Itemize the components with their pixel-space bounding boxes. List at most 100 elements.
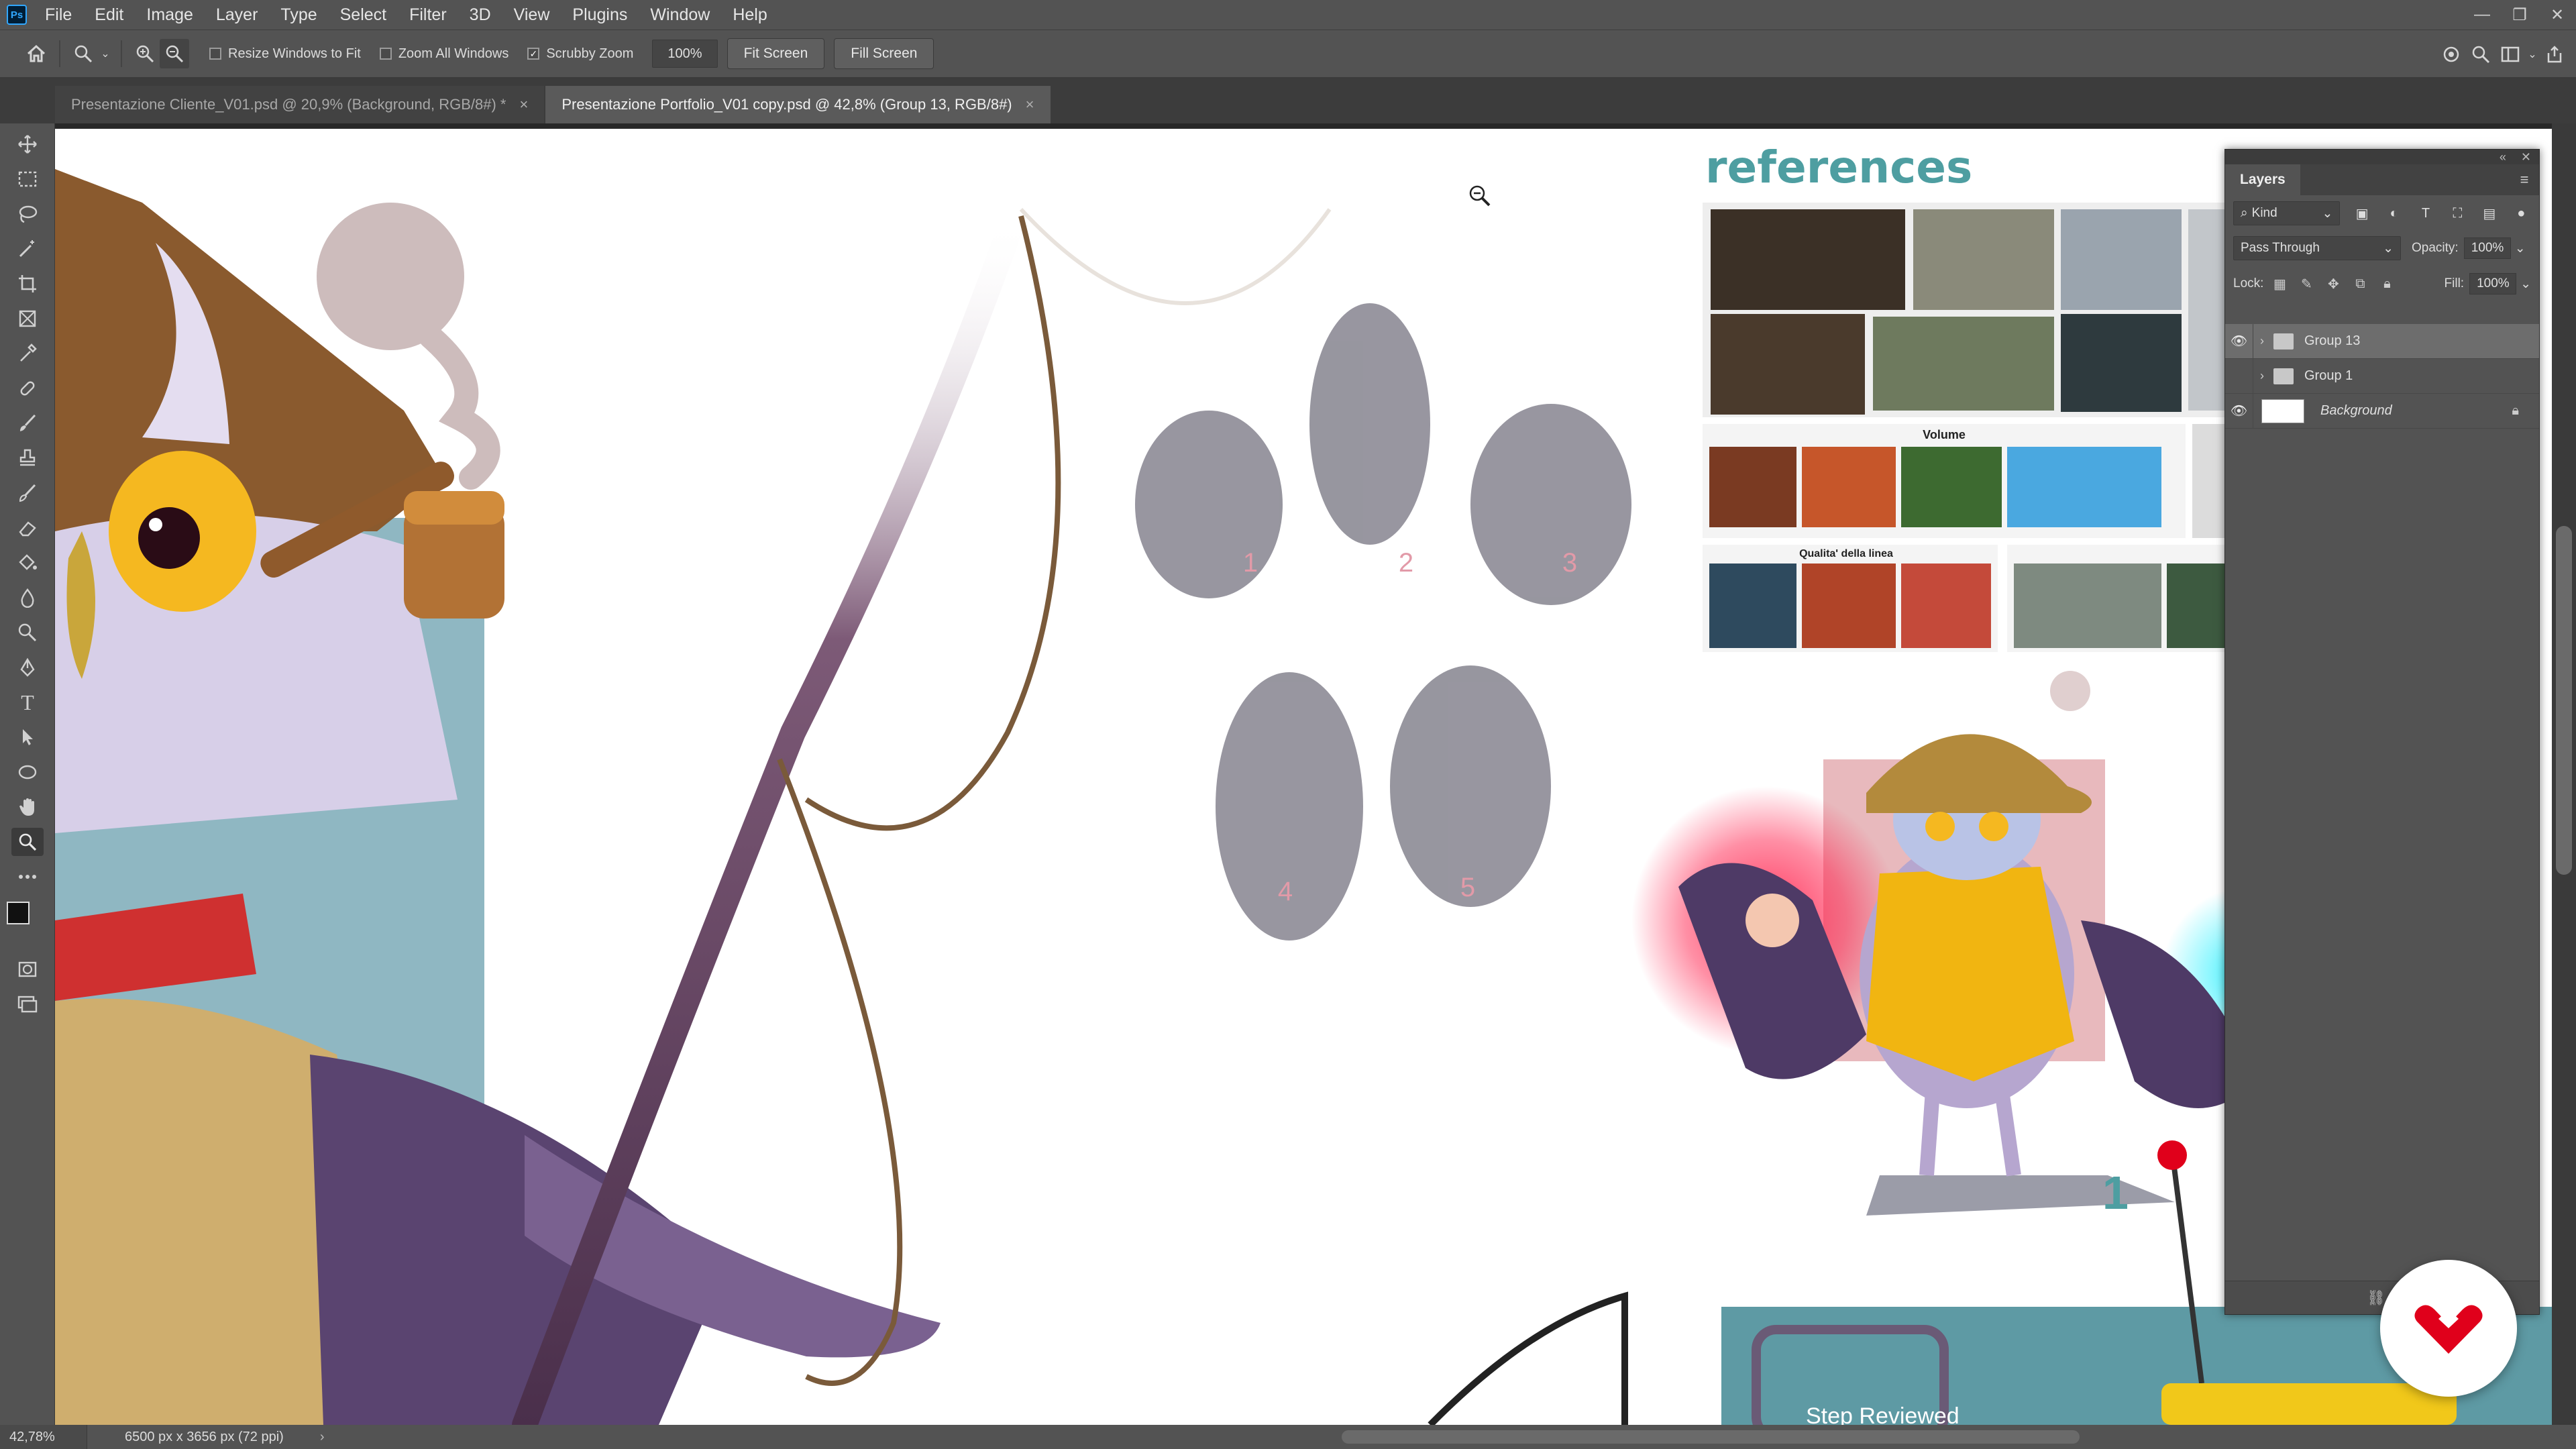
layer-row-background[interactable]: 👁︎ Background 🔒︎ [2225, 393, 2539, 429]
zoom-tool-icon[interactable] [11, 828, 44, 856]
opacity-field[interactable]: 100% [2463, 237, 2511, 259]
quick-mask-icon[interactable] [11, 955, 44, 983]
history-brush-tool-icon[interactable] [11, 479, 44, 507]
fill-field[interactable]: 100% [2469, 273, 2517, 294]
marquee-tool-icon[interactable] [11, 165, 44, 193]
layer-name[interactable]: Group 13 [2304, 333, 2360, 349]
eye-hidden-placeholder[interactable] [2225, 358, 2253, 394]
workspace-icon[interactable] [2496, 40, 2525, 69]
path-selection-tool-icon[interactable] [11, 723, 44, 751]
eye-icon[interactable]: 👁︎ [2225, 323, 2253, 359]
close-panel-icon[interactable]: ✕ [2521, 150, 2531, 164]
lock-all-icon[interactable]: 🔒︎ [2376, 273, 2398, 294]
resize-windows-checkbox[interactable]: Resize Windows to Fit [209, 46, 361, 62]
chevron-right-icon[interactable]: › [2253, 369, 2271, 383]
healing-brush-tool-icon[interactable] [11, 374, 44, 402]
restore-button[interactable]: ❐ [2501, 0, 2538, 30]
blend-mode-select[interactable]: Pass Through ⌄ [2233, 236, 2401, 260]
type-tool-icon[interactable]: T [11, 688, 44, 716]
vertical-scrollbar[interactable] [2552, 123, 2576, 1425]
photoshop-logo[interactable]: Ps [7, 5, 27, 25]
foreground-color-swatch[interactable] [7, 902, 30, 924]
chevron-down-icon[interactable]: ⌄ [2515, 241, 2526, 256]
frame-tool-icon[interactable] [11, 305, 44, 333]
filter-pixel-icon[interactable]: ▣ [2352, 203, 2371, 223]
tab-presentazione-cliente[interactable]: Presentazione Cliente_V01.psd @ 20,9% (B… [55, 86, 545, 123]
document-canvas-area[interactable]: 1 2 3 4 5 references Volume Qualita' del… [55, 123, 2552, 1425]
paint-bucket-tool-icon[interactable] [11, 549, 44, 577]
filter-shape-icon[interactable]: ⛶ [2448, 203, 2467, 223]
pen-tool-icon[interactable] [11, 653, 44, 682]
lock-position-icon[interactable]: ✥ [2322, 273, 2344, 294]
lock-transparent-icon[interactable]: ▦ [2269, 273, 2290, 294]
layer-row-group-1[interactable]: › Group 1 [2225, 358, 2539, 394]
home-icon[interactable] [21, 39, 51, 68]
lock-image-icon[interactable]: ✎ [2296, 273, 2317, 294]
menu-layer[interactable]: Layer [205, 0, 270, 30]
menu-image[interactable]: Image [135, 0, 204, 30]
chevron-right-icon[interactable]: › [2253, 334, 2271, 348]
lasso-tool-icon[interactable] [11, 200, 44, 228]
zoom-out-icon[interactable] [160, 39, 189, 68]
menu-plugins[interactable]: Plugins [561, 0, 639, 30]
hand-tool-icon[interactable] [11, 793, 44, 821]
filter-adjustment-icon[interactable]: ◐ [2384, 203, 2404, 223]
zoom-tool-preset-icon[interactable] [68, 39, 98, 68]
blur-tool-icon[interactable] [11, 584, 44, 612]
search-icon[interactable] [2466, 40, 2496, 69]
layer-name[interactable]: Group 1 [2304, 368, 2353, 384]
fill-screen-button[interactable]: Fill Screen [834, 38, 934, 69]
zoom-level-field[interactable]: 42,78% [0, 1425, 87, 1449]
menu-edit[interactable]: Edit [83, 0, 135, 30]
ellipse-tool-icon[interactable] [11, 758, 44, 786]
chevron-down-icon[interactable]: ⌄ [98, 39, 113, 68]
crop-tool-icon[interactable] [11, 270, 44, 298]
share-icon[interactable] [2540, 40, 2569, 69]
cloud-docs-icon[interactable] [2436, 40, 2466, 69]
menu-3d[interactable]: 3D [458, 0, 502, 30]
close-icon[interactable]: × [519, 96, 528, 113]
lock-icon[interactable]: 🔒︎ [2512, 403, 2519, 419]
clone-stamp-tool-icon[interactable] [11, 444, 44, 472]
menu-filter[interactable]: Filter [398, 0, 458, 30]
menu-help[interactable]: Help [721, 0, 778, 30]
magic-wand-tool-icon[interactable] [11, 235, 44, 263]
filter-type-icon[interactable]: T [2416, 203, 2435, 223]
chevron-right-icon[interactable]: › [320, 1430, 325, 1445]
close-window-button[interactable]: ✕ [2538, 0, 2576, 30]
close-icon[interactable]: × [1026, 96, 1034, 113]
menu-type[interactable]: Type [269, 0, 328, 30]
layer-row-group-13[interactable]: 👁︎ › Group 13 [2225, 323, 2539, 359]
zoom-all-windows-checkbox[interactable]: Zoom All Windows [379, 46, 508, 62]
filter-kind-select[interactable]: ⌕ Kind ⌄ [2233, 201, 2341, 225]
tab-presentazione-portfolio[interactable]: Presentazione Portfolio_V01 copy.psd @ 4… [545, 86, 1051, 123]
eyedropper-tool-icon[interactable] [11, 339, 44, 368]
document-size[interactable]: 6500 px x 3656 px (72 ppi) [87, 1430, 284, 1445]
menu-select[interactable]: Select [329, 0, 398, 30]
chevron-down-icon[interactable]: ⌄ [2525, 40, 2540, 69]
chevron-down-icon[interactable]: ⌄ [2520, 276, 2531, 292]
eraser-tool-icon[interactable] [11, 514, 44, 542]
dodge-tool-icon[interactable] [11, 619, 44, 647]
menu-file[interactable]: File [34, 0, 83, 30]
artboard[interactable]: 1 2 3 4 5 references Volume Qualita' del… [55, 129, 2552, 1425]
filter-toggle-icon[interactable]: ● [2512, 203, 2531, 223]
eye-icon[interactable]: 👁︎ [2225, 393, 2253, 429]
color-swatches[interactable] [7, 902, 47, 942]
filter-smart-object-icon[interactable]: ▤ [2479, 203, 2499, 223]
move-tool-icon[interactable] [11, 130, 44, 158]
more-tools-icon[interactable] [11, 863, 44, 891]
panel-collapse-handle[interactable] [0, 78, 55, 123]
collapse-panel-icon[interactable]: « [2500, 150, 2506, 164]
layer-name[interactable]: Background [2320, 403, 2392, 419]
panel-menu-icon[interactable]: ≡ [2510, 164, 2539, 195]
menu-window[interactable]: Window [639, 0, 721, 30]
zoom-value-field[interactable]: 100% [652, 40, 718, 68]
tab-layers[interactable]: Layers [2225, 164, 2300, 195]
menu-view[interactable]: View [502, 0, 561, 30]
minimize-button[interactable]: — [2463, 0, 2501, 30]
scrollbar-thumb[interactable] [2556, 526, 2572, 875]
brush-tool-icon[interactable] [11, 409, 44, 437]
horizontal-scrollbar-thumb[interactable] [1342, 1430, 2080, 1444]
fit-screen-button[interactable]: Fit Screen [727, 38, 825, 69]
